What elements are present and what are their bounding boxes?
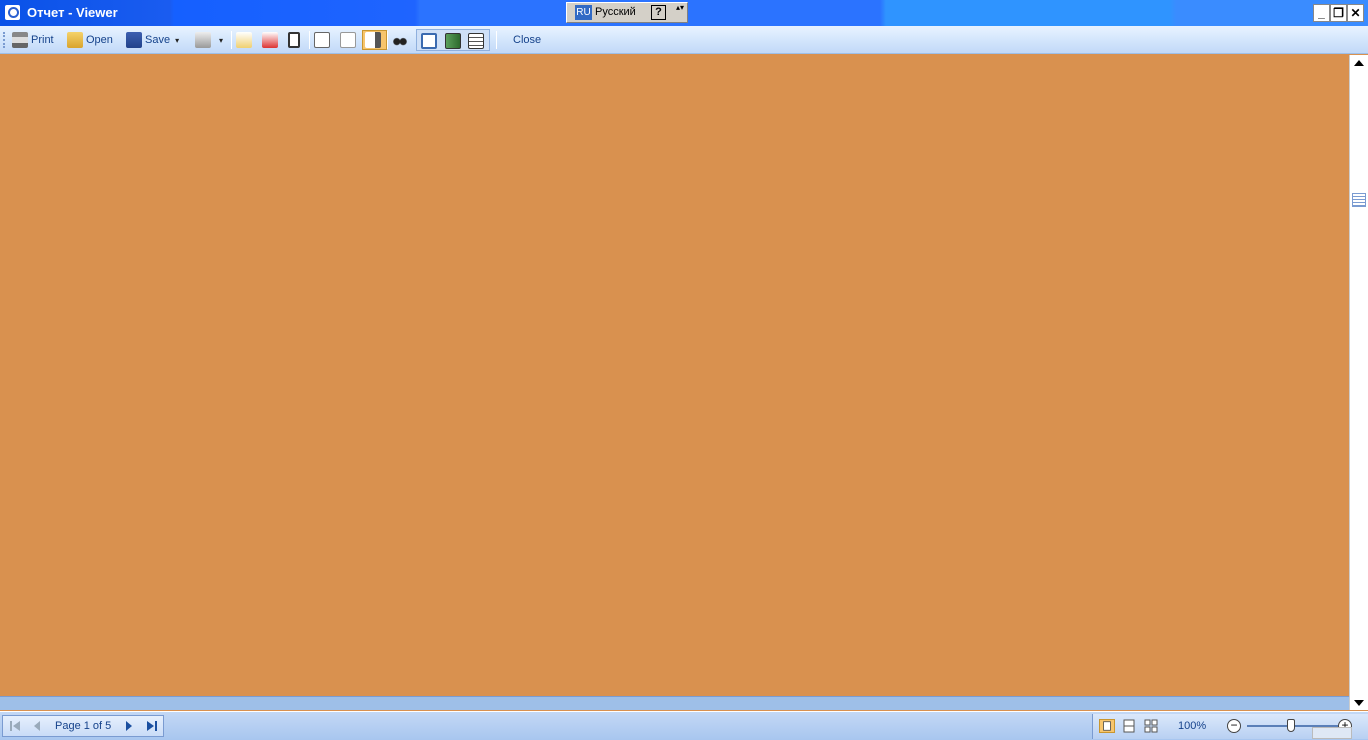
page-setup-icon bbox=[314, 32, 330, 48]
new-page-button[interactable] bbox=[236, 30, 255, 50]
save-label: Save bbox=[145, 34, 171, 46]
zoom-level: 100% bbox=[1178, 720, 1207, 732]
toolbar-separator bbox=[309, 31, 310, 49]
status-bar: Page 1 of 5 100% − + bbox=[0, 711, 1368, 740]
multi-page-view-icon[interactable] bbox=[1121, 719, 1137, 733]
toolbar: Print Open Save ▾ ▾ Close bbox=[0, 26, 1368, 54]
thumbnails-button[interactable] bbox=[362, 30, 387, 50]
toolbar-separator bbox=[496, 31, 497, 49]
zoom-out-button[interactable]: − bbox=[1227, 719, 1241, 733]
find-binoculars-icon bbox=[392, 32, 408, 48]
page-navigation: Page 1 of 5 bbox=[2, 715, 164, 737]
print-icon bbox=[12, 32, 28, 48]
single-page-view-icon[interactable] bbox=[1099, 719, 1115, 733]
zoom-slider-thumb[interactable] bbox=[1287, 719, 1295, 732]
last-page-icon[interactable] bbox=[146, 720, 158, 732]
grid-view-icon[interactable] bbox=[1143, 719, 1159, 733]
minimize-button[interactable]: _ bbox=[1313, 4, 1330, 22]
open-button[interactable]: Open bbox=[67, 30, 113, 50]
page-indicator: Page 1 of 5 bbox=[55, 720, 112, 732]
title-bar: Отчет - Viewer RU Русский ? ▴▾ _ ❐ ✕ bbox=[0, 0, 1368, 26]
app-viewer-icon[interactable] bbox=[5, 5, 20, 20]
single-page-icon bbox=[288, 32, 300, 48]
view-mode-group bbox=[416, 29, 490, 51]
window-title: Отчет - Viewer bbox=[27, 5, 118, 20]
save-disk-icon bbox=[126, 32, 142, 48]
restore-button[interactable]: ❐ bbox=[1330, 4, 1347, 22]
open-label: Open bbox=[86, 34, 113, 46]
page-setup-button[interactable] bbox=[314, 30, 333, 50]
language-code-badge[interactable]: RU bbox=[575, 5, 592, 20]
toolbar-separator bbox=[387, 31, 388, 49]
view-full-icon bbox=[445, 33, 461, 49]
new-page-icon bbox=[236, 32, 252, 48]
view-print-button[interactable] bbox=[468, 31, 487, 51]
close-label: Close bbox=[513, 34, 542, 46]
scroll-thumb[interactable] bbox=[1352, 193, 1366, 207]
language-name[interactable]: Русский bbox=[595, 6, 636, 18]
scroll-up-icon[interactable] bbox=[1354, 60, 1364, 66]
print-button[interactable]: Print bbox=[12, 30, 54, 50]
language-help-button[interactable]: ? bbox=[651, 5, 666, 20]
toolbar-separator bbox=[231, 31, 232, 49]
close-report-button[interactable]: Close bbox=[513, 30, 541, 50]
export-button[interactable]: ▾ bbox=[195, 30, 223, 50]
single-page-button[interactable] bbox=[288, 30, 303, 50]
horizontal-scrollbar[interactable] bbox=[0, 696, 1349, 710]
language-bar[interactable]: RU Русский ? ▴▾ bbox=[566, 2, 688, 23]
thumbnails-icon bbox=[365, 32, 381, 48]
open-folder-icon bbox=[67, 32, 83, 48]
scroll-down-icon[interactable] bbox=[1354, 700, 1364, 706]
vertical-scrollbar[interactable] bbox=[1349, 55, 1368, 710]
print-label: Print bbox=[31, 34, 54, 46]
first-page-icon[interactable] bbox=[9, 720, 21, 732]
view-normal-button[interactable] bbox=[421, 31, 440, 51]
find-button[interactable] bbox=[392, 30, 411, 50]
view-full-button[interactable] bbox=[445, 31, 464, 51]
export-dropdown-icon[interactable]: ▾ bbox=[219, 36, 223, 45]
next-page-icon[interactable] bbox=[123, 720, 135, 732]
help-button[interactable] bbox=[340, 30, 359, 50]
delete-page-icon bbox=[262, 32, 278, 48]
save-button[interactable]: Save ▾ bbox=[126, 30, 179, 50]
language-bar-menu-icon[interactable]: ▴▾ bbox=[675, 4, 685, 21]
toolbar-grip[interactable] bbox=[3, 32, 5, 48]
help-icon bbox=[340, 32, 356, 48]
delete-page-button[interactable] bbox=[262, 30, 281, 50]
close-window-button[interactable]: ✕ bbox=[1347, 4, 1364, 22]
report-canvas[interactable] bbox=[0, 55, 1346, 695]
prev-page-icon[interactable] bbox=[31, 720, 43, 732]
view-normal-icon bbox=[421, 33, 437, 49]
view-print-icon bbox=[468, 33, 484, 49]
resize-grip[interactable] bbox=[1312, 727, 1352, 739]
save-dropdown-icon[interactable]: ▾ bbox=[175, 36, 179, 45]
export-icon bbox=[195, 32, 211, 48]
